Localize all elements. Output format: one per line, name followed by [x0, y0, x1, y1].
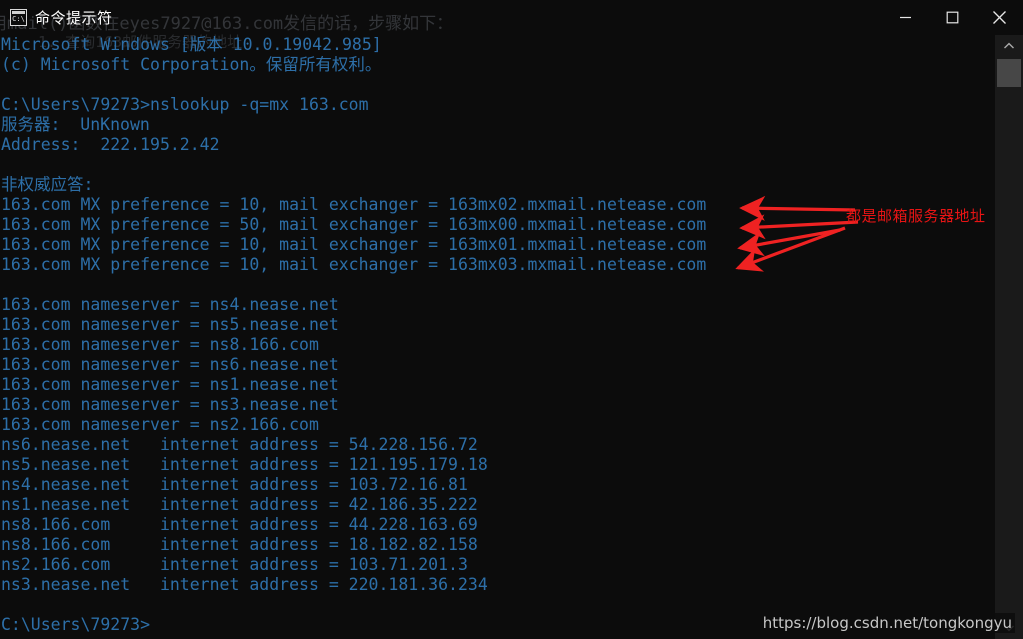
close-icon: [993, 11, 1006, 24]
command-prompt-window: 用mail()函数在eyes7927@163.com发信的话，步骤如下： 1. …: [0, 0, 1023, 639]
maximize-icon: [946, 11, 959, 24]
cmd-icon-label: C:\: [12, 15, 25, 23]
window-controls: [882, 0, 1023, 35]
close-button[interactable]: [976, 0, 1023, 35]
chevron-up-icon: [1004, 42, 1014, 49]
scrollbar-thumb[interactable]: [997, 59, 1021, 87]
window-title: 命令提示符: [35, 9, 113, 27]
watermark: https://blog.csdn.net/tongkongyu: [759, 613, 1015, 633]
minimize-button[interactable]: [882, 0, 929, 35]
vertical-scrollbar[interactable]: [995, 35, 1023, 639]
minimize-icon: [900, 16, 911, 19]
scroll-up-button[interactable]: [995, 35, 1023, 57]
title-bar[interactable]: C:\ 命令提示符: [0, 0, 1023, 35]
cmd-icon: C:\: [10, 9, 27, 26]
maximize-button[interactable]: [929, 0, 976, 35]
console-output-area[interactable]: Microsoft Windows [版本 10.0.19042.985] (c…: [0, 35, 995, 639]
console-text: Microsoft Windows [版本 10.0.19042.985] (c…: [1, 35, 707, 634]
